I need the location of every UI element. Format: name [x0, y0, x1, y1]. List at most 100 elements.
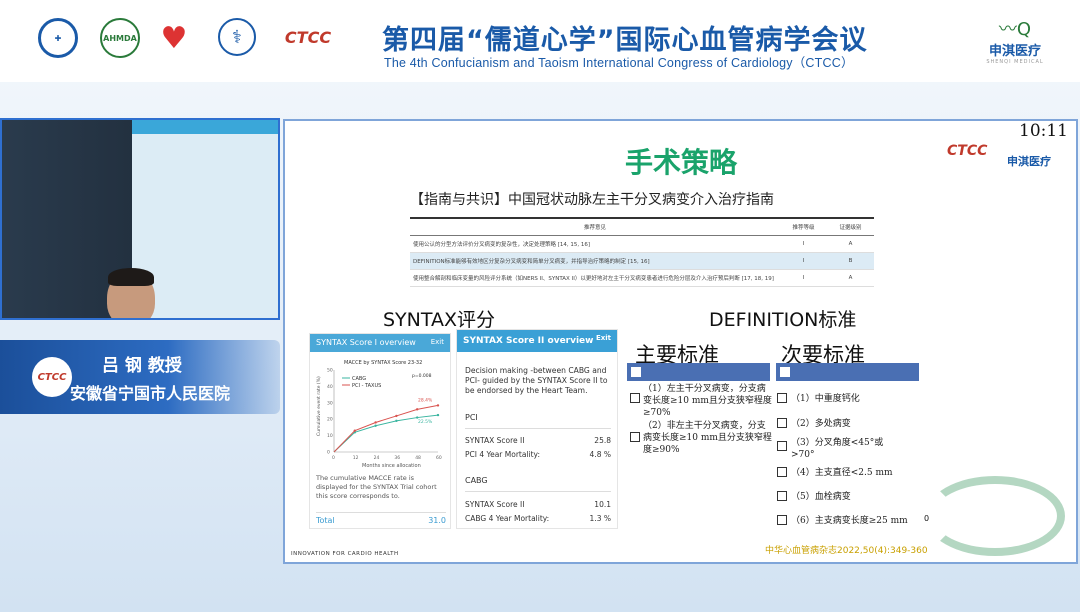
- x-tick-label: 48: [415, 455, 421, 461]
- speaker-hospital: 安徽省宁国市人民医院: [70, 384, 231, 403]
- x-tick-label: 60: [436, 455, 442, 461]
- slide-ctcc-logo: CTCC: [947, 143, 988, 159]
- sponsor-mark-icon: 〰Q: [998, 19, 1032, 40]
- exit-button[interactable]: Exit: [431, 338, 444, 346]
- sponsor-en: SHENQI MEDICAL: [986, 59, 1044, 65]
- checkbox-icon: [780, 367, 790, 377]
- major-criteria-bar: [627, 363, 770, 381]
- checkbox-minor-1[interactable]: [777, 393, 787, 403]
- x-axis-label: Months since allocation: [362, 463, 421, 469]
- table-header: 证据级别: [827, 217, 874, 236]
- legend-entry: PCI - TAXUS: [352, 383, 381, 389]
- legend-entry: CABG: [352, 376, 366, 382]
- minor-criteria-item: （1）中重度钙化: [791, 394, 860, 404]
- minor-criteria-item: （5）血栓病变: [791, 492, 851, 502]
- x-tick-label: 36: [394, 455, 400, 461]
- conference-header: ✚ AHMDA ♥ ⚕ CTCC 第四届“儒道心学”国际心血管病学会议 The …: [0, 0, 1080, 82]
- checkbox-minor-5[interactable]: [777, 491, 787, 501]
- citation-source: 中华心血管病杂志2022,50(4):349-360: [765, 546, 928, 556]
- hospital-logo: ✚: [38, 18, 78, 58]
- y-tick-label: 30: [327, 400, 333, 406]
- table-row: DEFINITION标准能够有效地区分复杂分叉病变和简单分叉病变，并指导治疗策略…: [410, 252, 874, 270]
- x-tick-label: 0: [332, 455, 335, 461]
- pci-mortality-row: PCI 4 Year Mortality: 4.8 %: [465, 450, 611, 459]
- clock: 10:11: [1019, 121, 1068, 141]
- presentation-slide: 10:11 CTCC 申淇医疗 手术策略 【指南与共识】中国冠状动脉左主干分叉病…: [283, 119, 1078, 564]
- minor-criteria-bar: [776, 363, 919, 381]
- footer-brand: INNOVATION FOR CARDIO HEALTH: [291, 551, 399, 557]
- heart-hands-logo: ♥: [160, 20, 188, 56]
- total-value: 31.0: [428, 516, 446, 525]
- cabg-mortality-row: CABG 4 Year Mortality: 1.3 %: [465, 514, 611, 523]
- checkbox-major-1[interactable]: [630, 393, 640, 403]
- pci-label: PCI: [465, 413, 478, 422]
- minor-criteria-item: （3）分叉角度<45°或>70°: [791, 438, 884, 460]
- panel-header: SYNTAX Score II overview Exit: [457, 330, 617, 352]
- chart-title: MACCE by SYNTAX Score 23-32: [344, 360, 422, 366]
- slide-sponsor-logo: 申淇医疗: [1007, 155, 1051, 168]
- checkbox-icon: [631, 367, 641, 377]
- checkbox-minor-6[interactable]: [777, 515, 787, 525]
- panel-description: Decision making -between CABG and PCI- g…: [465, 366, 608, 395]
- major-criteria-item: （2）非左主干分叉病变，分支病变长度≥10 mm且分支狭窄程度≥90%: [643, 421, 772, 455]
- data-point: [416, 408, 419, 411]
- speaker-banner: CTCC 吕 钢 教授 安徽省宁国市人民医院: [0, 340, 280, 414]
- y-tick-label: 20: [327, 417, 333, 423]
- definition-heading: DEFINITION标准: [709, 309, 857, 331]
- table-row: 使用公认的分型方法评价分叉病变的复杂性，决定处理策略 [14, 15, 16] …: [410, 235, 874, 253]
- panel-header: SYNTAX Score I overview Exit: [310, 334, 450, 352]
- data-label: 28.4%: [418, 397, 433, 403]
- sponsor-name: 申淇医疗: [988, 44, 1041, 59]
- cabg-label: CABG: [465, 476, 488, 485]
- y-tick-label: 10: [327, 433, 333, 439]
- y-axis-label: Cumulative event rate (%): [316, 376, 322, 436]
- table-row: 使用整合解剖和临床变量的风险评分系统（如NERS II、SYNTAX II）以更…: [410, 269, 874, 287]
- speaker-video: 吕 钢: [0, 118, 280, 320]
- chart-caption: The cumulative MACCE rate is displayed f…: [316, 474, 437, 500]
- x-tick-label: 24: [374, 455, 380, 461]
- syntax-score-2-panel: SYNTAX Score II overview Exit Decision m…: [456, 329, 618, 529]
- data-point: [374, 421, 377, 424]
- guideline-title: 【指南与共识】中国冠状动脉左主干分叉病变介入治疗指南: [410, 192, 774, 208]
- data-point: [436, 404, 440, 407]
- data-point: [353, 429, 356, 432]
- major-criteria-item: （1）左主干分叉病变，分支病变长度≥10 mm且分支狭窄程度≥70%: [643, 384, 772, 418]
- total-row: Total 31.0: [316, 512, 446, 525]
- ctcc-logo: CTCC: [284, 27, 332, 47]
- cabg-score-row: SYNTAX Score II 10.1: [465, 500, 611, 509]
- data-label: 22.5%: [418, 419, 433, 425]
- china-heart-house-logo: ⚕: [218, 18, 256, 56]
- exit-button[interactable]: Exit: [596, 334, 611, 342]
- minor-criteria-item: （6）主支病变长度≥25 mm: [791, 516, 908, 526]
- data-point: [374, 424, 377, 427]
- table-header: 推荐意见: [410, 217, 780, 236]
- calligraphy-logo: [925, 476, 1065, 556]
- data-point: [416, 416, 419, 419]
- checkbox-major-2[interactable]: [630, 432, 640, 442]
- p-value-label: p=0.008: [412, 373, 432, 379]
- pci-score-row: SYNTAX Score II 25.8: [465, 436, 611, 445]
- y-tick-label: 40: [327, 384, 333, 390]
- checkbox-minor-3[interactable]: [777, 441, 787, 451]
- y-tick-label: 0: [327, 450, 330, 456]
- data-point: [395, 414, 398, 418]
- syntax-heading: SYNTAX评分: [383, 309, 496, 331]
- ctcc-banner-logo: CTCC: [32, 357, 72, 397]
- y-tick-label: 50: [327, 368, 333, 374]
- syntax-score-1-panel: SYNTAX Score I overview Exit MACCE by SY…: [309, 333, 451, 529]
- guideline-table: 推荐意见 推荐等级 证据级别 使用公认的分型方法评价分叉病变的复杂性，决定处理策…: [410, 217, 874, 287]
- checkbox-minor-4[interactable]: [777, 467, 787, 477]
- minor-criteria-item: （4）主支直径<2.5 mm: [791, 468, 893, 478]
- conference-title-en: The 4th Confucianism and Taoism Internat…: [384, 56, 854, 70]
- ahmda-logo: AHMDA: [100, 18, 140, 58]
- slide-title: 手术策略: [625, 146, 738, 179]
- data-point: [436, 413, 440, 417]
- table-header: 推荐等级: [780, 217, 827, 236]
- minor-criteria-item: （2）多处病变: [791, 419, 851, 429]
- series-line-pci-taxus: [333, 404, 439, 453]
- checkbox-minor-2[interactable]: [777, 418, 787, 428]
- data-point: [395, 419, 398, 423]
- x-tick-label: 12: [353, 455, 359, 461]
- speaker-name: 吕 钢 教授: [102, 356, 182, 376]
- sponsor-logo: 〰Q 申淇医疗 SHENQI MEDICAL: [980, 20, 1050, 68]
